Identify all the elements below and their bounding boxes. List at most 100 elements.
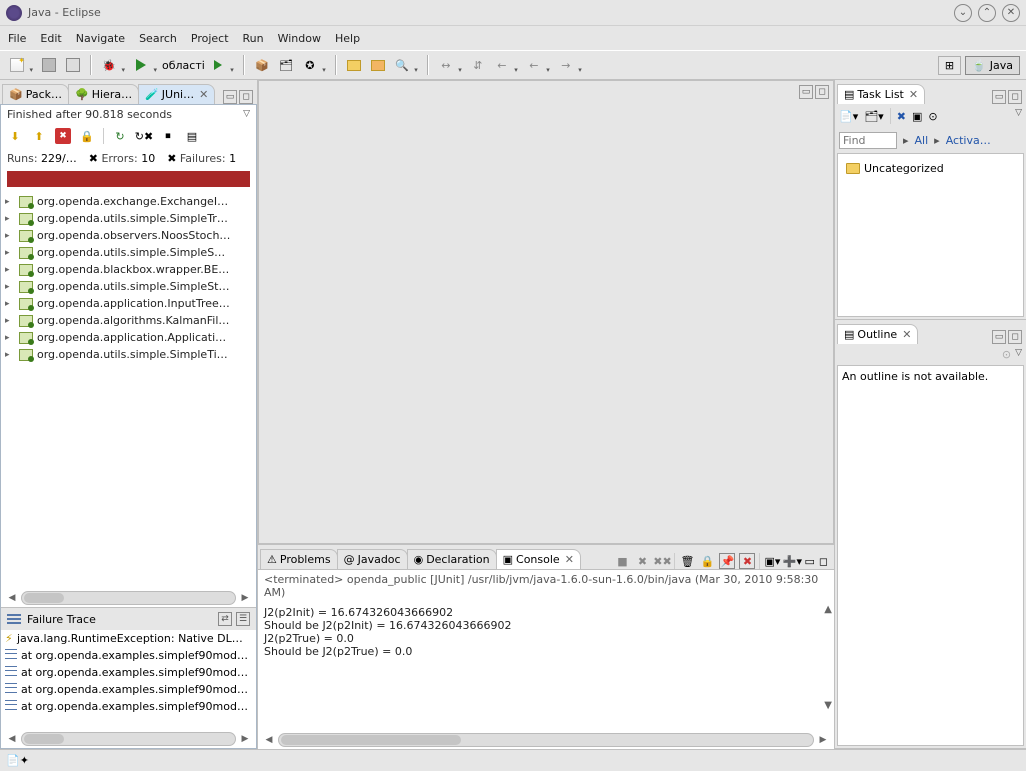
view-minimize-button[interactable]: ▭ — [223, 90, 237, 104]
console-minimize-button[interactable]: ▭ — [804, 555, 814, 568]
prev-failure-button[interactable]: ⬆ — [31, 128, 47, 144]
scroll-down-icon[interactable]: ▼ — [824, 700, 832, 711]
remove-all-button[interactable]: ✖✖ — [654, 553, 670, 569]
junit-results-tree[interactable]: ▸org.openda.exchange.ExchangeI… ▸org.ope… — [1, 189, 256, 589]
lock-scroll-button[interactable]: 🔒 — [79, 128, 95, 144]
tree-hscroll[interactable]: ◀▶ — [1, 589, 256, 607]
remove-launch-button[interactable]: ✖ — [634, 553, 650, 569]
menu-window[interactable]: Window — [278, 32, 321, 45]
stop-button[interactable]: ⏹ — [160, 128, 176, 144]
new-task-button[interactable]: 📄▾ — [839, 110, 858, 123]
tab-task-list[interactable]: ▤ Task List✕ — [837, 84, 925, 104]
nav-prev-button[interactable]: ← — [491, 54, 513, 76]
focus-button[interactable]: ⊙ — [928, 110, 937, 123]
window-maximize-button[interactable]: ⌃ — [978, 4, 996, 22]
menu-project[interactable]: Project — [191, 32, 229, 45]
menu-search[interactable]: Search — [139, 32, 177, 45]
failure-trace-body[interactable]: ⚡java.lang.RuntimeException: Native DL… … — [1, 630, 256, 730]
editor-maximize-button[interactable]: ◻ — [815, 85, 829, 99]
filter-trace-button[interactable]: ☰ — [236, 612, 250, 626]
tab-package-explorer[interactable]: 📦 Pack… — [2, 84, 69, 104]
view-menu-chevron-icon[interactable]: ▽ — [1015, 108, 1022, 118]
trace-hscroll[interactable]: ◀▶ — [1, 730, 256, 748]
debug-button[interactable]: 🐞 — [98, 54, 120, 76]
scroll-up-icon[interactable]: ▲ — [824, 604, 832, 615]
menu-bar: File Edit Navigate Search Project Run Wi… — [0, 26, 1026, 50]
next-failure-button[interactable]: ⬇ — [7, 128, 23, 144]
show-errors-button[interactable]: ✖ — [55, 128, 71, 144]
outline-minimize-button[interactable]: ▭ — [992, 330, 1006, 344]
view-menu-chevron-icon[interactable]: ▽ — [243, 109, 250, 119]
open-console-button[interactable]: ➕▾ — [784, 553, 800, 569]
show-on-output-button[interactable]: ✖ — [739, 553, 755, 569]
new-package-button[interactable]: 📦 — [251, 54, 273, 76]
tab-declaration[interactable]: ◉ Declaration — [407, 549, 497, 569]
menu-edit[interactable]: Edit — [40, 32, 61, 45]
task-find-input[interactable] — [839, 132, 897, 149]
console-maximize-button[interactable]: ◻ — [819, 555, 828, 568]
close-icon[interactable]: ✕ — [565, 553, 574, 566]
terminate-button[interactable]: ■ — [614, 553, 630, 569]
menu-help[interactable]: Help — [335, 32, 360, 45]
outline-maximize-button[interactable]: ◻ — [1008, 330, 1022, 344]
categorize-button[interactable]: 🗂▾ — [864, 110, 884, 123]
tasklist-minimize-button[interactable]: ▭ — [992, 90, 1006, 104]
close-icon[interactable]: ✕ — [199, 88, 208, 101]
editor-minimize-button[interactable]: ▭ — [799, 85, 813, 99]
tab-problems[interactable]: ⚠ Problems — [260, 549, 338, 569]
compare-button[interactable]: ⇄ — [218, 612, 232, 626]
rerun-failed-button[interactable]: ↻✖ — [136, 128, 152, 144]
tab-hierarchy[interactable]: 🌳 Hiera… — [68, 84, 139, 104]
search-button[interactable]: 🔍 — [391, 54, 413, 76]
new-button[interactable] — [6, 54, 28, 76]
trace-line: at org.openda.examples.simplef90mod… — [1, 681, 256, 698]
console-area: ⚠ Problems @ Javadoc ◉ Declaration ▣ Con… — [258, 544, 834, 749]
run-last-button[interactable] — [207, 54, 229, 76]
task-list-body[interactable]: Uncategorized — [837, 153, 1024, 317]
collapse-all-button[interactable]: ▣ — [912, 110, 922, 123]
open-type-button[interactable] — [367, 54, 389, 76]
save-button[interactable] — [38, 54, 60, 76]
new-class-button[interactable]: ✪ — [299, 54, 321, 76]
view-maximize-button[interactable]: ◻ — [239, 90, 253, 104]
nav-back-button[interactable]: ↔ — [435, 54, 457, 76]
print-button[interactable] — [62, 54, 84, 76]
nav-fwd-button[interactable]: → — [555, 54, 577, 76]
outline-sort-button[interactable]: ⊙ — [1002, 348, 1011, 361]
view-menu-chevron-icon[interactable]: ▽ — [1015, 348, 1022, 361]
open-resource-button[interactable] — [343, 54, 365, 76]
tab-javadoc[interactable]: @ Javadoc — [337, 549, 408, 569]
display-console-button[interactable]: ▣▾ — [764, 553, 780, 569]
status-icon[interactable]: 📄✦ — [6, 754, 29, 767]
menu-file[interactable]: File — [8, 32, 26, 45]
close-icon[interactable]: ✕ — [909, 88, 918, 101]
scroll-lock-button[interactable]: 🔒 — [699, 553, 715, 569]
task-filter-activate[interactable]: Activa… — [946, 134, 991, 147]
window-minimize-button[interactable]: ⌄ — [954, 4, 972, 22]
nav-step-button[interactable]: ⇵ — [467, 54, 489, 76]
menu-navigate[interactable]: Navigate — [76, 32, 125, 45]
failure-trace-panel: Failure Trace ⇄ ☰ ⚡java.lang.RuntimeExce… — [1, 607, 256, 748]
rerun-button[interactable]: ↻ — [112, 128, 128, 144]
close-icon[interactable]: ✕ — [902, 328, 911, 341]
menu-run[interactable]: Run — [243, 32, 264, 45]
tab-junit[interactable]: 🧪 JUni…✕ — [138, 84, 215, 104]
nav-next-button[interactable]: ← — [523, 54, 545, 76]
task-category[interactable]: Uncategorized — [846, 162, 1015, 175]
tasklist-maximize-button[interactable]: ◻ — [1008, 90, 1022, 104]
open-perspective-button[interactable]: ⊞ — [938, 56, 961, 75]
console-hscroll[interactable]: ◀▶ — [258, 731, 834, 749]
tab-outline[interactable]: ▤ Outline✕ — [837, 324, 918, 344]
run-button[interactable] — [130, 54, 152, 76]
task-filter-all[interactable]: All — [915, 134, 929, 147]
trace-line: at org.openda.examples.simplef90mod… — [1, 647, 256, 664]
clear-console-button[interactable]: 🗑 — [679, 553, 695, 569]
console-output[interactable]: J2(p2Init) = 16.674326043666902 Should b… — [258, 602, 834, 731]
window-close-button[interactable]: ✕ — [1002, 4, 1020, 22]
new-type-button[interactable]: 🗂 — [275, 54, 297, 76]
history-button[interactable]: ▤ — [184, 128, 200, 144]
tab-console[interactable]: ▣ Console✕ — [496, 549, 581, 569]
sync-button[interactable]: ✖ — [897, 110, 906, 123]
perspective-java[interactable]: 🍵 Java — [965, 56, 1020, 75]
pin-console-button[interactable]: 📌 — [719, 553, 735, 569]
